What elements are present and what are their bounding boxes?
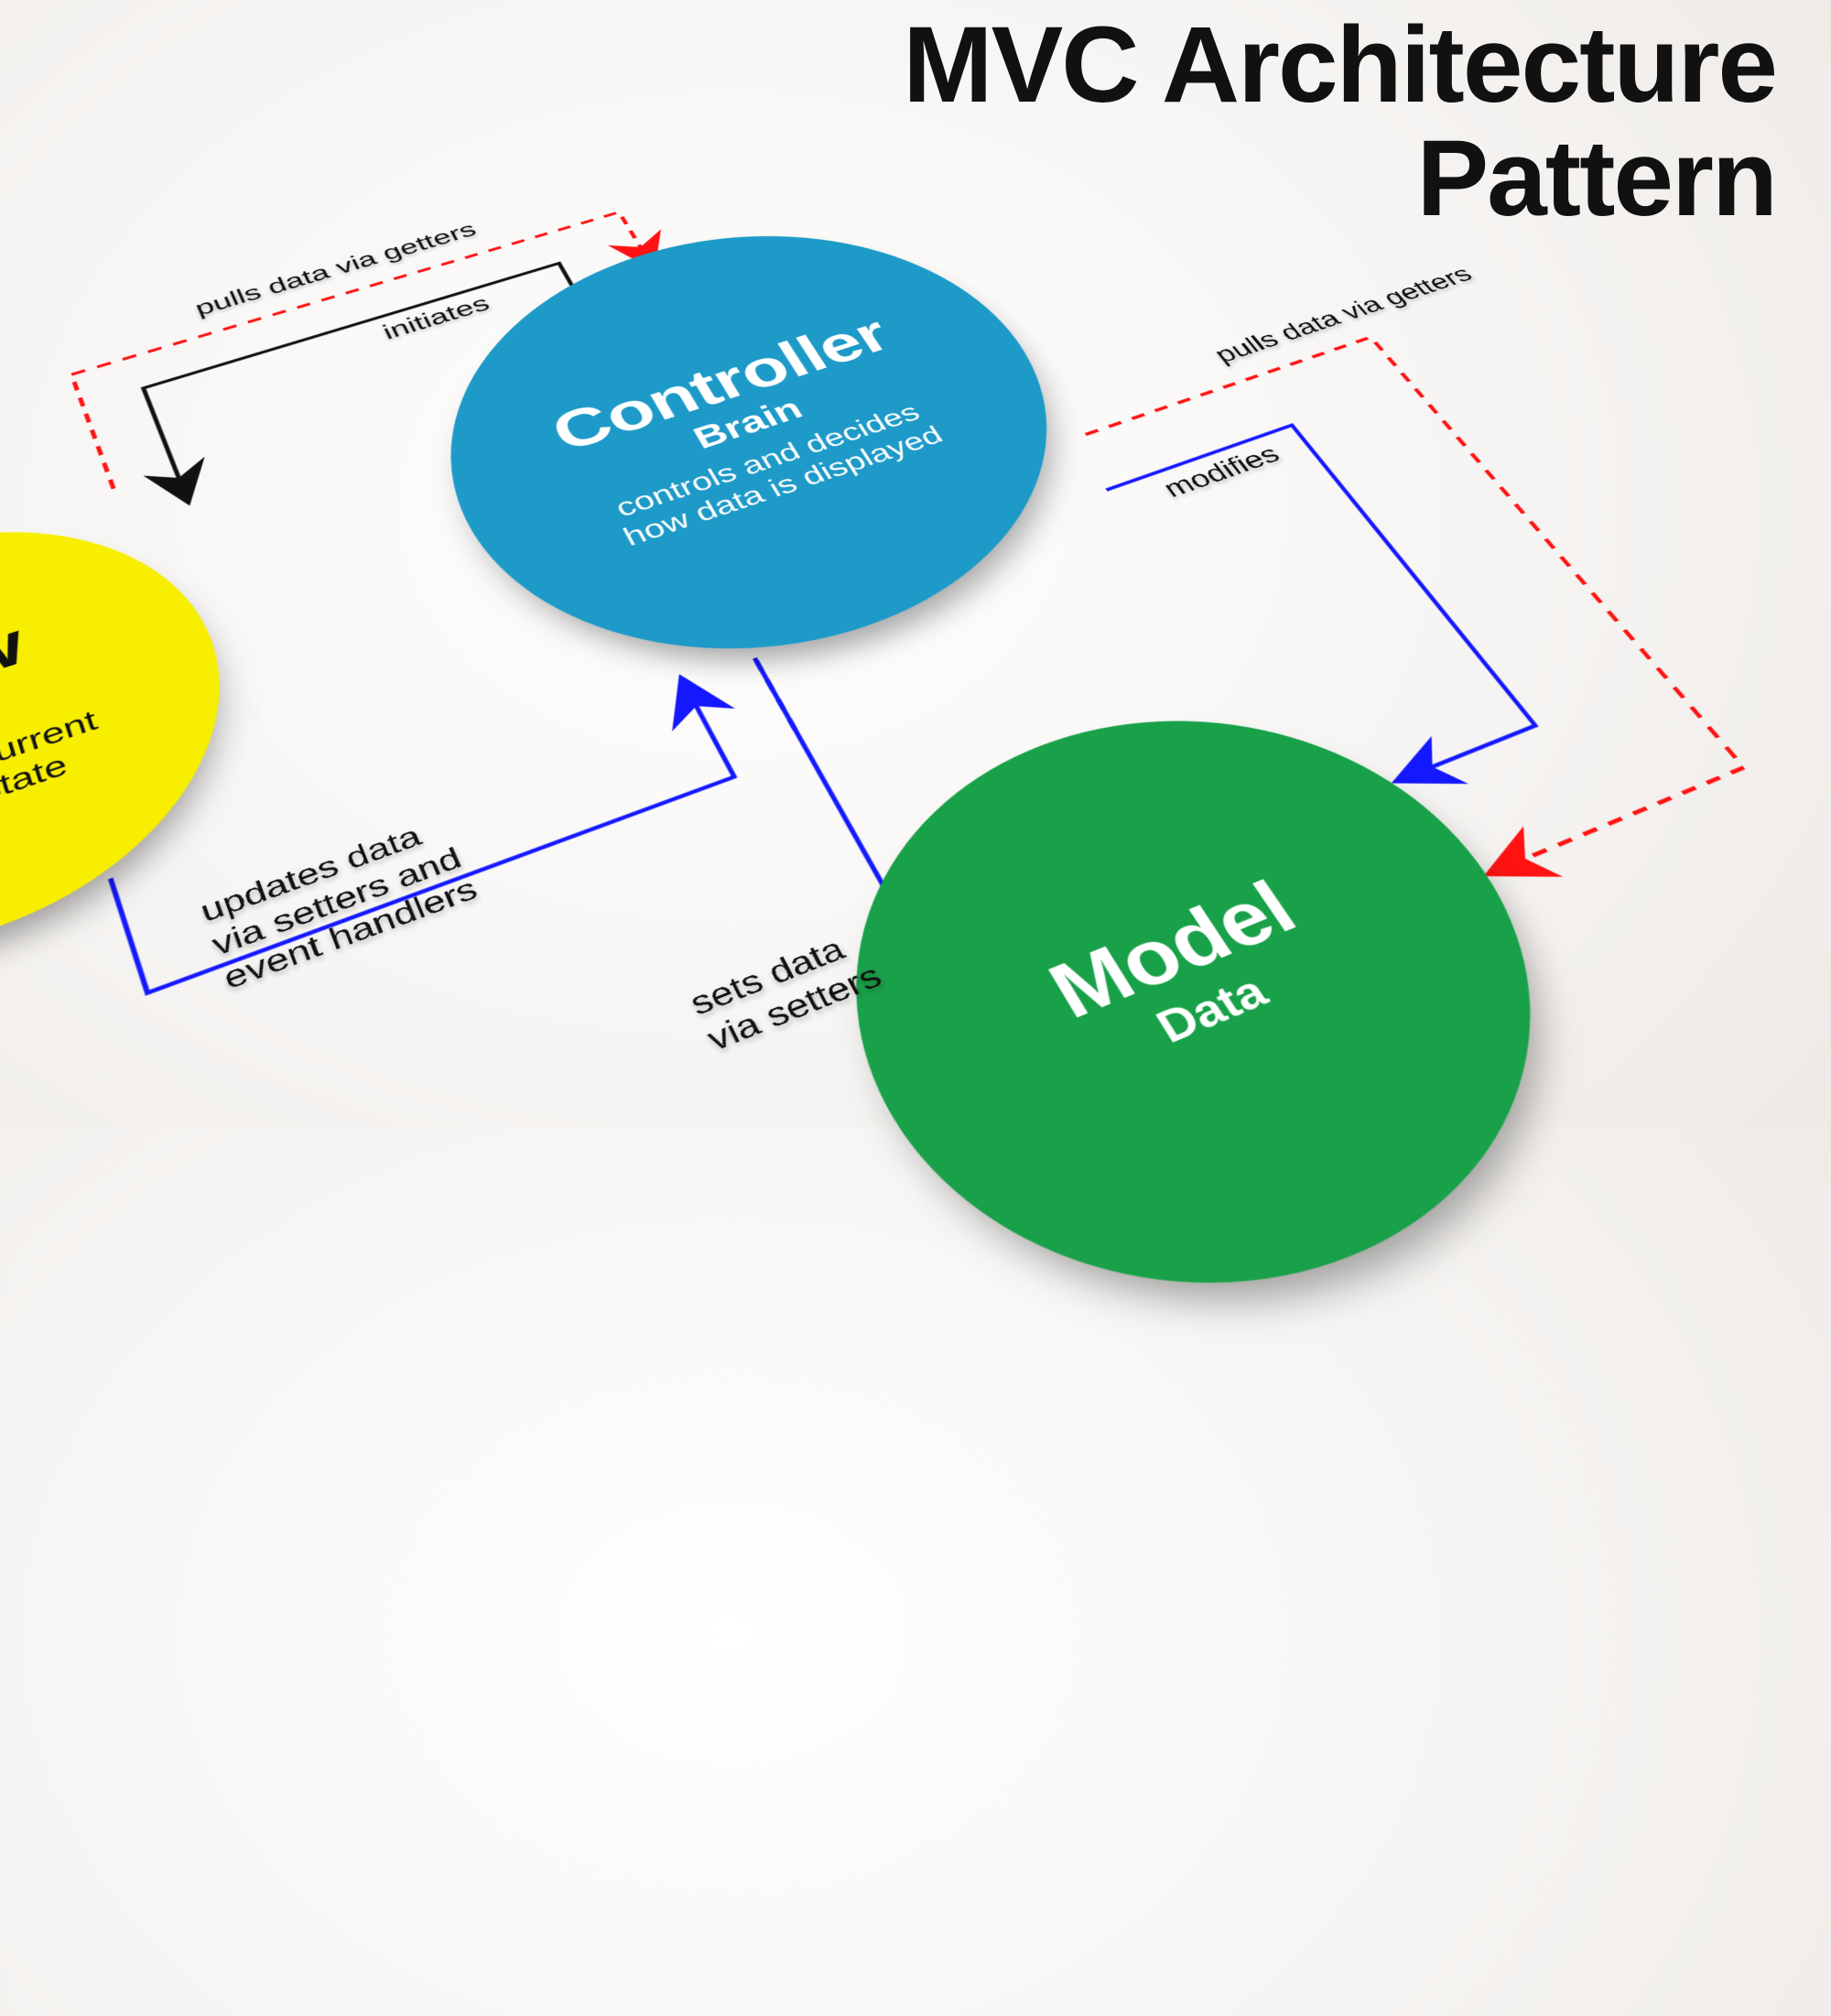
diagram-stage: View UI presents current model state Con… <box>0 0 1831 1127</box>
diagram-plane: View UI presents current model state Con… <box>0 0 1831 2016</box>
